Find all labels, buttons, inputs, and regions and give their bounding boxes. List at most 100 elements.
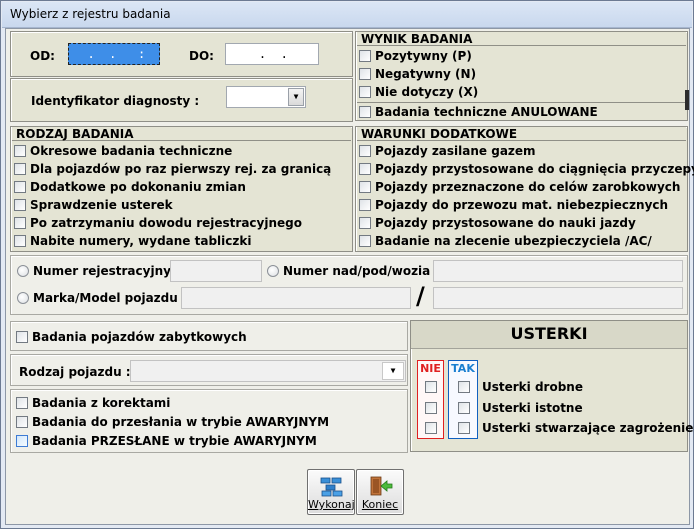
warunki-item-checkbox[interactable]: Badanie na zlecenie ubezpieczyciela /AC/: [359, 233, 652, 249]
rodzaj-item-checkbox[interactable]: Dodatkowe po dokonaniu zmian: [14, 179, 246, 195]
nie-label: NIE: [420, 362, 441, 375]
checkbox-box[interactable]: [14, 163, 26, 175]
awaryjny-panel: Badania z korektami Badania do przesłani…: [10, 389, 408, 453]
marka-model-radio[interactable]: Marka/Model pojazdu :: [17, 290, 187, 306]
checkbox-box[interactable]: [14, 181, 26, 193]
warunki-item-checkbox[interactable]: Pojazdy przeznaczone do celów zarobkowyc…: [359, 179, 680, 195]
chevron-down-icon[interactable]: ▼: [382, 362, 404, 380]
numer-rejestracyjny-input[interactable]: [170, 260, 262, 282]
checkbox-box[interactable]: [359, 68, 371, 80]
checkbox-label: Badania pojazdów zabytkowych: [32, 330, 247, 344]
warunki-item-checkbox[interactable]: Pojazdy przystosowane do nauki jazdy: [359, 215, 636, 231]
checkbox-label: Badania z korektami: [32, 396, 171, 410]
awaryjny-przeslane-checkbox[interactable]: Badania PRZESŁANE w trybie AWARYJNYM: [16, 433, 317, 449]
marka-input[interactable]: [181, 287, 411, 309]
tak-drobne-checkbox[interactable]: [458, 381, 470, 393]
checkbox-label: Negatywny (N): [375, 67, 477, 81]
checkbox-box[interactable]: [359, 106, 371, 118]
usterki-title: USTERKI: [510, 324, 588, 343]
checkbox-box[interactable]: [16, 331, 28, 343]
warunki-item-checkbox[interactable]: Pojazdy przystosowane do ciągnięcia przy…: [359, 161, 694, 177]
diagnosta-label: Identyfikator diagnosty :: [31, 94, 200, 108]
tak-label: TAK: [451, 362, 475, 375]
checkbox-box[interactable]: [359, 163, 371, 175]
checkbox-label: Nie dotyczy (X): [375, 85, 479, 99]
checkbox-label: Pojazdy przeznaczone do celów zarobkowyc…: [375, 180, 681, 194]
numer-nadwozia-input[interactable]: [433, 260, 683, 282]
rodzaj-pojazdu-select[interactable]: ▼: [130, 360, 406, 382]
nie-istotne-checkbox[interactable]: [425, 402, 437, 414]
checkbox-label: Pojazdy przystosowane do nauki jazdy: [375, 216, 636, 230]
tak-istotne-checkbox[interactable]: [458, 402, 470, 414]
wynik-badania-header: WYNIK BADANIA: [357, 32, 686, 46]
scrollbar-thumb[interactable]: [685, 90, 689, 110]
nie-zagrozenie-checkbox[interactable]: [425, 422, 437, 434]
korekty-checkbox[interactable]: Badania z korektami: [16, 395, 170, 411]
checkbox-box[interactable]: [16, 435, 28, 447]
rodzaj-item-checkbox[interactable]: Dla pojazdów po raz pierwszy rej. za gra…: [14, 161, 331, 177]
checkbox-box[interactable]: [16, 397, 28, 409]
usterki-istotne-label: Usterki istotne: [482, 401, 583, 415]
rodzaj-item-checkbox[interactable]: Okresowe badania techniczne: [14, 143, 232, 159]
nie-column: NIE: [417, 360, 444, 439]
numer-rejestracyjny-radio[interactable]: Numer rejestracyjny :: [17, 263, 180, 279]
checkbox-box[interactable]: [14, 199, 26, 211]
checkbox-box[interactable]: [359, 199, 371, 211]
checkbox-box[interactable]: [14, 145, 26, 157]
checkbox-box[interactable]: [359, 217, 371, 229]
title-bar: Wybierz z rejestru badania: [2, 2, 692, 28]
checkbox-label: Po zatrzymaniu dowodu rejestracyjnego: [30, 216, 302, 230]
tak-column: TAK: [448, 360, 478, 439]
radio-label: Numer nad/pod/wozia :: [283, 264, 440, 278]
warunki-item-checkbox[interactable]: Pojazdy do przewozu mat. niebezpiecznych: [359, 197, 668, 213]
radio-button[interactable]: [17, 292, 29, 304]
tak-zagrozenie-checkbox[interactable]: [458, 422, 470, 434]
nie-drobne-checkbox[interactable]: [425, 381, 437, 393]
exit-door-icon: [370, 476, 393, 496]
do-date-input[interactable]: . .: [225, 43, 319, 65]
checkbox-box[interactable]: [16, 416, 28, 428]
checkbox-box[interactable]: [359, 86, 371, 98]
checkbox-label: Pozytywny (P): [375, 49, 472, 63]
warunki-item-checkbox[interactable]: Pojazdy zasilane gazem: [359, 143, 536, 159]
od-label: OD:: [30, 49, 55, 63]
anulowane-checkbox[interactable]: Badania techniczne ANULOWANE: [359, 104, 598, 120]
chevron-down-icon[interactable]: ▼: [288, 88, 304, 106]
wynik-pozytywny-checkbox[interactable]: Pozytywny (P): [359, 48, 472, 64]
rodzaj-item-checkbox[interactable]: Po zatrzymaniu dowodu rejestracyjnego: [14, 215, 302, 231]
wynik-badania-panel: WYNIK BADANIA Pozytywny (P) Negatywny (N…: [355, 31, 688, 121]
zabytkowe-checkbox[interactable]: Badania pojazdów zabytkowych: [16, 329, 247, 345]
checkbox-label: Pojazdy do przewozu mat. niebezpiecznych: [375, 198, 669, 212]
checkbox-label: Dodatkowe po dokonaniu zmian: [30, 180, 246, 194]
checkbox-label: Badanie na zlecenie ubezpieczyciela /AC/: [375, 234, 652, 248]
wykonaj-button[interactable]: Wykonaj: [307, 469, 355, 515]
warunki-dodatkowe-panel: WARUNKI DODATKOWE Pojazdy zasilane gazem…: [355, 126, 694, 252]
diagnosta-select[interactable]: ▼: [226, 86, 306, 108]
checkbox-label: Pojazdy przystosowane do ciągnięcia przy…: [375, 162, 694, 176]
checkbox-box[interactable]: [359, 181, 371, 193]
checkbox-box[interactable]: [14, 217, 26, 229]
rodzaj-item-checkbox[interactable]: Nabite numery, wydane tabliczki: [14, 233, 251, 249]
checkbox-box[interactable]: [359, 145, 371, 157]
checkbox-box[interactable]: [359, 235, 371, 247]
checkbox-box[interactable]: [14, 235, 26, 247]
rodzaj-item-checkbox[interactable]: Sprawdzenie usterek: [14, 197, 173, 213]
checkbox-label: Badania PRZESŁANE w trybie AWARYJNYM: [32, 434, 317, 448]
radio-button[interactable]: [267, 265, 279, 277]
awaryjny-do-przeslania-checkbox[interactable]: Badania do przesłania w trybie AWARYJNYM: [16, 414, 329, 430]
usterki-drobne-label: Usterki drobne: [482, 380, 583, 394]
radio-label: Numer rejestracyjny :: [33, 264, 180, 278]
checkbox-label: Badania techniczne ANULOWANE: [375, 105, 598, 119]
database-run-icon: [320, 477, 343, 497]
rodzaj-badania-panel: RODZAJ BADANIA Okresowe badania technicz…: [10, 126, 353, 252]
radio-button[interactable]: [17, 265, 29, 277]
model-input[interactable]: [433, 287, 683, 309]
koniec-button[interactable]: Koniec: [356, 469, 404, 515]
window-title: Wybierz z rejestru badania: [10, 7, 171, 21]
checkbox-box[interactable]: [359, 50, 371, 62]
wynik-nie-dotyczy-checkbox[interactable]: Nie dotyczy (X): [359, 84, 478, 100]
wynik-negatywny-checkbox[interactable]: Negatywny (N): [359, 66, 476, 82]
od-date-input[interactable]: . . : :: [68, 43, 160, 65]
usterki-panel: USTERKI NIE TAK Usterki drobne Usterki i…: [410, 320, 693, 452]
numer-nadwozia-radio[interactable]: Numer nad/pod/wozia :: [267, 263, 439, 279]
